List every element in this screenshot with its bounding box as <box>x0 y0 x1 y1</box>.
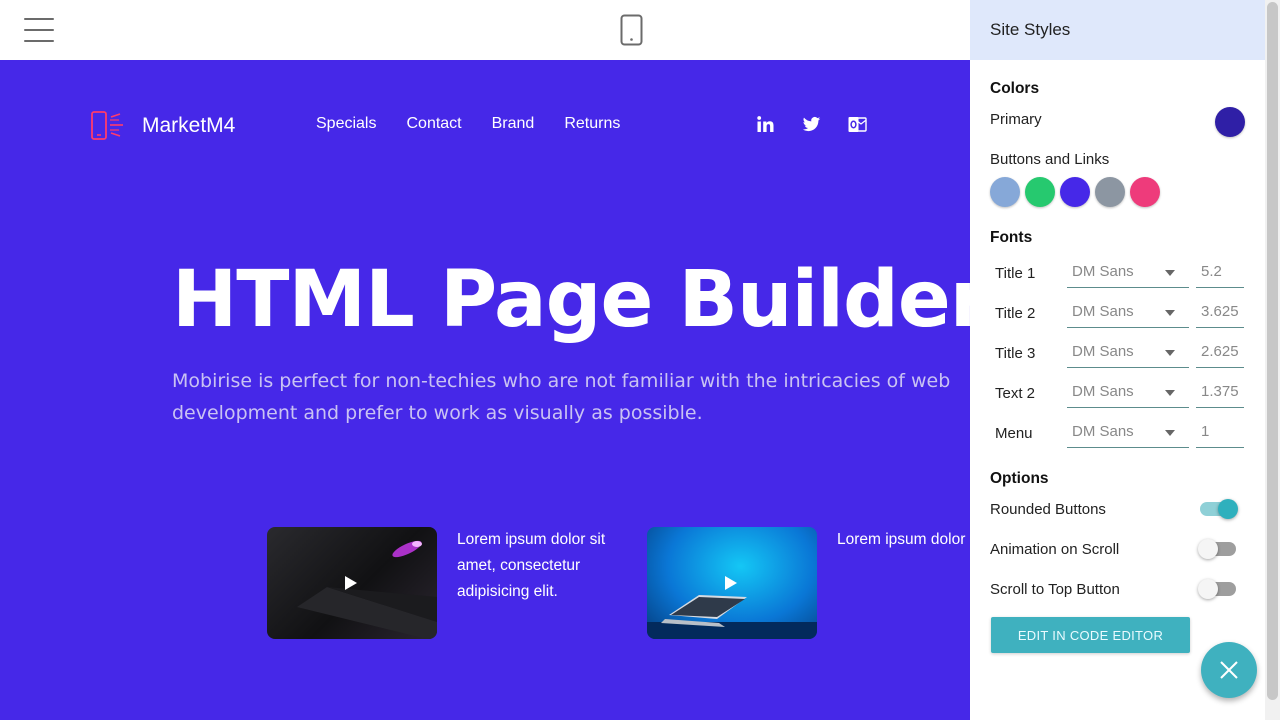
chevron-down-icon <box>1165 350 1175 356</box>
swatch-pink[interactable] <box>1130 177 1160 207</box>
colors-section-title: Colors <box>990 80 1040 97</box>
panel-scrollbar[interactable] <box>1265 0 1280 720</box>
edit-in-code-editor-button[interactable]: EDIT IN CODE EDITOR <box>991 617 1190 653</box>
nav-item-returns[interactable]: Returns <box>564 115 620 133</box>
swatch-gray[interactable] <box>1095 177 1125 207</box>
chevron-down-icon <box>1165 430 1175 436</box>
site-brand[interactable]: MarketM4 <box>90 111 235 141</box>
option-label-rounded-buttons: Rounded Buttons <box>990 501 1106 518</box>
font-row-text-2: Text 2 DM Sans 1.375 <box>970 379 1265 409</box>
chevron-down-icon <box>1165 390 1175 396</box>
swatch-green[interactable] <box>1025 177 1055 207</box>
font-family-select[interactable]: DM Sans <box>1067 379 1189 408</box>
video-thumbnail[interactable] <box>647 527 817 639</box>
primary-color-label: Primary <box>990 111 1042 128</box>
buttons-links-label: Buttons and Links <box>990 151 1110 168</box>
chevron-down-icon <box>1165 270 1175 276</box>
outlook-icon[interactable] <box>848 115 867 134</box>
editor-toolbar <box>0 0 970 60</box>
hero-title: HTML Page Builder <box>172 255 970 345</box>
swatch-light-blue[interactable] <box>990 177 1020 207</box>
close-panel-button[interactable] <box>1201 642 1257 698</box>
animation-on-scroll-toggle[interactable] <box>1198 539 1236 559</box>
brand-name: MarketM4 <box>142 114 236 137</box>
mobile-phone-logo-icon <box>91 111 123 140</box>
panel-title: Site Styles <box>970 0 1265 60</box>
site-styles-panel: Site Styles Colors Primary Buttons and L… <box>970 0 1265 720</box>
nav-item-contact[interactable]: Contact <box>406 115 461 133</box>
font-family-select[interactable]: DM Sans <box>1067 419 1189 448</box>
mobile-phone-icon[interactable] <box>620 14 643 46</box>
font-family-select[interactable]: DM Sans <box>1067 299 1189 328</box>
close-icon <box>1220 661 1238 679</box>
font-row-label: Text 2 <box>995 385 1036 402</box>
rounded-buttons-toggle[interactable] <box>1200 499 1238 519</box>
hamburger-icon[interactable] <box>24 18 54 42</box>
option-label-animation-on-scroll: Animation on Scroll <box>990 541 1120 558</box>
option-label-scroll-to-top: Scroll to Top Button <box>990 581 1120 598</box>
video-thumbnail[interactable] <box>267 527 437 639</box>
font-row-title-1: Title 1 DM Sans 5.2 <box>970 259 1265 289</box>
font-row-title-2: Title 2 DM Sans 3.625 <box>970 299 1265 329</box>
chevron-down-icon <box>1165 310 1175 316</box>
primary-color-swatch[interactable] <box>1215 107 1245 137</box>
swatch-indigo[interactable] <box>1060 177 1090 207</box>
panel-title-text: Site Styles <box>990 20 1071 39</box>
fonts-section-title: Fonts <box>990 229 1033 246</box>
card-description: Lorem ipsum dolor sit amet, consectetur … <box>837 531 970 548</box>
hero-subtitle: Mobirise is perfect for non-techies who … <box>172 370 951 424</box>
linkedin-icon[interactable] <box>756 115 775 134</box>
nav-item-brand[interactable]: Brand <box>492 115 535 133</box>
scroll-to-top-toggle[interactable] <box>1198 579 1236 599</box>
play-icon <box>345 576 357 590</box>
page-preview: MarketM4 Specials Contact Brand Returns … <box>0 60 970 720</box>
font-family-select[interactable]: DM Sans <box>1067 339 1189 368</box>
font-size-input[interactable]: 3.625 <box>1196 299 1244 328</box>
font-family-select[interactable]: DM Sans <box>1067 259 1189 288</box>
font-row-label: Menu <box>995 425 1033 442</box>
twitter-icon[interactable] <box>802 115 821 134</box>
play-icon <box>725 576 737 590</box>
font-size-input[interactable]: 1 <box>1196 419 1244 448</box>
font-size-input[interactable]: 2.625 <box>1196 339 1244 368</box>
font-size-input[interactable]: 5.2 <box>1196 259 1244 288</box>
font-row-title-3: Title 3 DM Sans 2.625 <box>970 339 1265 369</box>
options-section-title: Options <box>990 470 1049 487</box>
font-row-label: Title 2 <box>995 305 1036 322</box>
card-description: Lorem ipsum dolor sit amet, consectetur … <box>457 531 606 600</box>
font-size-input[interactable]: 1.375 <box>1196 379 1244 408</box>
font-row-menu: Menu DM Sans 1 <box>970 419 1265 449</box>
font-row-label: Title 3 <box>995 345 1036 362</box>
social-links <box>756 115 867 134</box>
nav-item-specials[interactable]: Specials <box>316 115 376 133</box>
site-nav: Specials Contact Brand Returns <box>316 115 620 133</box>
font-row-label: Title 1 <box>995 265 1036 282</box>
